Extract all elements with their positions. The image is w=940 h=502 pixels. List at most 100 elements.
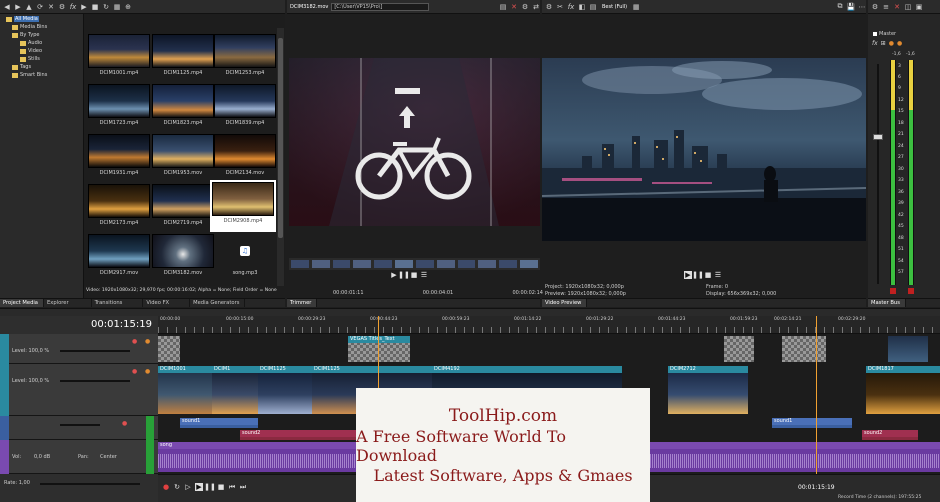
copy-snapshot-icon[interactable]: ⧉ bbox=[836, 2, 844, 11]
master-fader-handle[interactable] bbox=[873, 134, 883, 140]
pause-button[interactable]: ❚❚ bbox=[692, 271, 704, 279]
stop-button[interactable]: ■ bbox=[704, 271, 712, 279]
tree-item-smart-bins[interactable]: Smart Bins bbox=[12, 72, 47, 78]
preview-video[interactable] bbox=[542, 58, 866, 241]
clip[interactable] bbox=[782, 336, 826, 362]
video-clip[interactable]: DCIM1 bbox=[212, 366, 258, 414]
trimmer-path[interactable]: [C:\User\VP15\Pro\] bbox=[331, 2, 430, 11]
tree-item-by-type[interactable]: By Type bbox=[12, 32, 39, 38]
mixer-icon[interactable]: ≡ bbox=[882, 3, 890, 11]
zoom-icon[interactable]: ⊕ bbox=[124, 3, 132, 11]
play-button[interactable]: ▶ bbox=[684, 271, 692, 279]
timeline-divider[interactable] bbox=[0, 308, 940, 316]
up-folder-icon[interactable]: ▲ bbox=[25, 3, 33, 11]
trimmer-filmstrip[interactable] bbox=[289, 258, 540, 270]
stop-icon[interactable]: ■ bbox=[91, 3, 99, 11]
tree-item-media-bins[interactable]: Media Bins bbox=[12, 24, 47, 30]
media-item[interactable]: DCIM1001.mp4 bbox=[88, 34, 150, 82]
refresh-icon[interactable]: ⟳ bbox=[36, 3, 44, 11]
list-icon[interactable]: ▤ bbox=[499, 3, 507, 11]
media-item[interactable]: DCIM1931.mp4 bbox=[88, 134, 150, 182]
menu-button[interactable]: ☰ bbox=[420, 271, 428, 279]
properties-icon[interactable]: ⚙ bbox=[545, 3, 553, 11]
delete-icon[interactable]: ✕ bbox=[893, 3, 901, 11]
pause-button[interactable]: ❚❚ bbox=[204, 483, 216, 491]
track-header-audio-1[interactable]: ● bbox=[0, 416, 158, 440]
media-item[interactable]: DCIM2719.mp4 bbox=[152, 184, 214, 232]
audio-clip[interactable]: sound1 bbox=[772, 418, 852, 428]
mute-icon[interactable]: ● bbox=[889, 40, 894, 47]
tab-project-media[interactable]: Project Media bbox=[0, 299, 44, 307]
insert-fx-icon[interactable]: ⊞ bbox=[881, 40, 886, 47]
pause-button[interactable]: ❚❚ bbox=[398, 271, 410, 279]
fx-icon[interactable]: fx bbox=[567, 3, 575, 11]
loop-button[interactable]: ↻ bbox=[173, 483, 181, 491]
solo-icon[interactable]: ● bbox=[897, 40, 902, 47]
tab-video-preview[interactable]: Video Preview bbox=[542, 299, 588, 307]
play-icon[interactable]: ▶ bbox=[80, 3, 88, 11]
more-icon[interactable]: ⋯ bbox=[858, 3, 866, 11]
tab-explorer[interactable]: Explorer bbox=[44, 299, 92, 307]
clip[interactable] bbox=[158, 336, 180, 362]
video-clip[interactable]: DCIM1125 bbox=[258, 366, 312, 414]
media-item[interactable]: DCIM2917.mov bbox=[88, 234, 150, 282]
track-lane-1[interactable]: VEGAS Titles_Text bbox=[158, 334, 940, 364]
properties-icon[interactable]: ⚙ bbox=[58, 3, 66, 11]
audio-clip[interactable]: sound1 bbox=[180, 418, 258, 428]
fx-icon[interactable]: fx bbox=[69, 3, 77, 11]
settings-icon[interactable]: ⚙ bbox=[871, 3, 879, 11]
downmix-icon[interactable]: ◫ bbox=[904, 3, 912, 11]
media-item[interactable]: DCIM1823.mp4 bbox=[152, 84, 214, 132]
media-item[interactable]: DCIM1125.mp4 bbox=[152, 34, 214, 82]
media-item[interactable]: DCIM1723.mp4 bbox=[88, 84, 150, 132]
overlays-icon[interactable]: ▦ bbox=[632, 3, 640, 11]
tab-transitions[interactable]: Transitions bbox=[92, 299, 144, 307]
tab-media-generators[interactable]: Media Generators bbox=[190, 299, 246, 307]
master-fader-track[interactable] bbox=[877, 64, 879, 284]
clip[interactable] bbox=[724, 336, 754, 362]
timeline-ruler[interactable]: 00:00:00 00:00:15:00 00:00:29:23 00:00:4… bbox=[158, 316, 940, 334]
video-clip[interactable]: DCIM2712 bbox=[668, 366, 748, 414]
cut-icon[interactable]: ✂ bbox=[556, 3, 564, 11]
media-item[interactable]: DCIM1253.mp4 bbox=[214, 34, 276, 82]
clip[interactable] bbox=[888, 336, 928, 362]
views-icon[interactable]: ▦ bbox=[113, 3, 121, 11]
level-slider[interactable] bbox=[60, 380, 130, 382]
mute-icon[interactable]: ● bbox=[132, 338, 137, 345]
audio-clip[interactable]: sound2 bbox=[862, 430, 918, 440]
save-snapshot-icon[interactable]: 💾 bbox=[847, 3, 856, 11]
scrollbar-thumb[interactable] bbox=[278, 38, 283, 238]
media-item[interactable]: DCIM3182.mov bbox=[152, 234, 214, 282]
sync-icon[interactable]: ⇄ bbox=[532, 3, 540, 11]
master-checkbox[interactable] bbox=[873, 32, 877, 36]
tab-master-bus[interactable]: Master Bus bbox=[868, 299, 906, 307]
fx-icon[interactable]: fx bbox=[872, 40, 878, 47]
go-end-button[interactable]: ⏭ bbox=[239, 483, 247, 491]
trimmer-video[interactable] bbox=[289, 58, 540, 226]
track-header-2[interactable]: Level: 100,0 % ● ● bbox=[0, 364, 158, 416]
volume-slider[interactable] bbox=[60, 424, 100, 426]
clip-indicator-right[interactable] bbox=[908, 288, 914, 294]
delete-icon[interactable]: ✕ bbox=[47, 3, 55, 11]
tree-item-stills[interactable]: Stills bbox=[20, 56, 40, 62]
back-icon[interactable]: ◀ bbox=[3, 3, 11, 11]
forward-icon[interactable]: ▶ bbox=[14, 3, 22, 11]
quality-select[interactable]: Best (Full) bbox=[600, 4, 629, 10]
tree-item-video[interactable]: Video bbox=[20, 48, 42, 54]
tab-trimmer[interactable]: Trimmer bbox=[287, 299, 318, 307]
go-start-button[interactable]: ⏮ bbox=[228, 483, 236, 491]
media-scrollbar[interactable] bbox=[277, 28, 284, 286]
tree-item-audio[interactable]: Audio bbox=[20, 40, 42, 46]
tree-item-all-media[interactable]: All Media bbox=[6, 16, 39, 22]
tree-item-tags[interactable]: Tags bbox=[12, 64, 31, 70]
play-button[interactable]: ▶ bbox=[390, 271, 398, 279]
media-item[interactable]: DCIM1953.mov bbox=[152, 134, 214, 182]
split-screen-icon[interactable]: ◧ bbox=[578, 3, 586, 11]
mute-icon[interactable]: ● bbox=[122, 420, 127, 427]
level-slider[interactable] bbox=[60, 350, 130, 352]
autoplay-icon[interactable]: ↻ bbox=[102, 3, 110, 11]
solo-icon[interactable]: ● bbox=[145, 338, 150, 345]
dim-icon[interactable]: ▣ bbox=[915, 3, 923, 11]
mute-icon[interactable]: ● bbox=[132, 368, 137, 375]
solo-icon[interactable]: ● bbox=[145, 368, 150, 375]
